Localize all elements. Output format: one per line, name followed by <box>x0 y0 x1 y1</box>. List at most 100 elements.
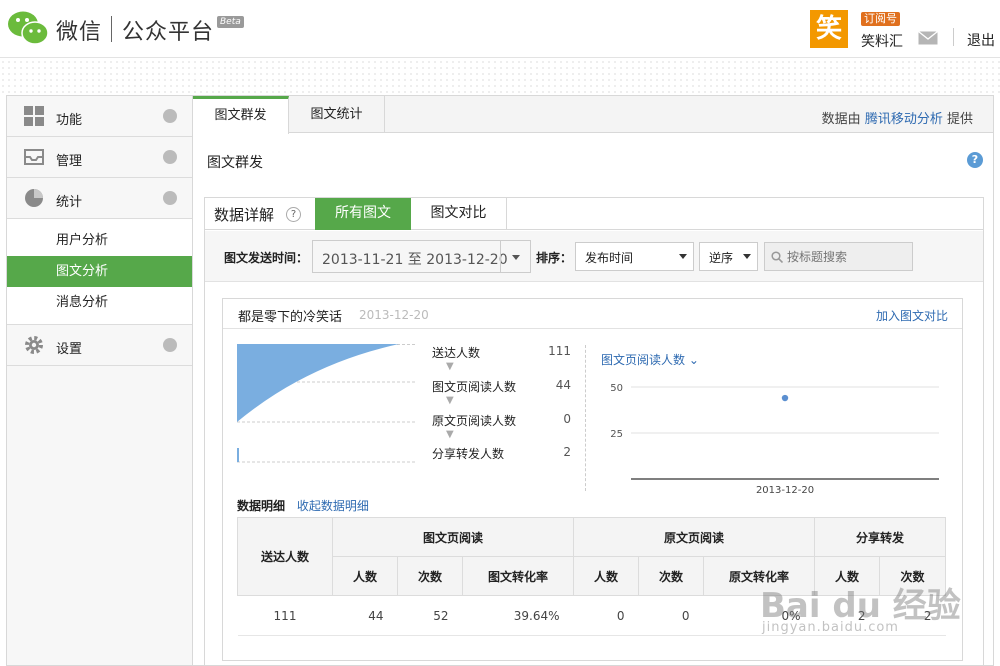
pie-chart-icon <box>25 189 43 207</box>
article-title: 都是零下的冷笑话 <box>238 310 343 325</box>
add-to-compare-link[interactable]: 加入图文对比 <box>876 307 948 324</box>
main-tabbar: 图文群发 图文统计 数据由 腾讯移动分析 提供 <box>193 96 993 134</box>
trend-chart: 25 50 2013-12-20 <box>610 383 939 496</box>
table-cell: 0 <box>638 595 704 636</box>
question-icon[interactable]: ? <box>286 207 301 222</box>
tab-article-compare[interactable]: 图文对比 <box>411 198 507 230</box>
collapse-detail-link[interactable]: 收起数据明细 <box>297 499 369 513</box>
section-divider <box>585 345 586 491</box>
chevron-down-icon <box>512 255 520 260</box>
table-cell: 111 <box>237 595 333 636</box>
sort-label: 排序： <box>536 251 573 265</box>
detail-header: 数据明细 收起数据明细 <box>237 497 369 514</box>
brand-name: 微信 <box>56 20 103 45</box>
chevron-up-icon[interactable] <box>163 191 177 205</box>
sidebar-item-user-analysis[interactable]: 用户分析 <box>7 225 192 256</box>
logout-link[interactable]: 退出 <box>967 30 995 50</box>
chevron-down-icon <box>679 254 687 259</box>
account-type-badge: 订阅号 <box>861 12 900 26</box>
card-header: 都是零下的冷笑话 2013-12-20 加入图文对比 <box>223 299 962 329</box>
tab-all-articles[interactable]: 所有图文 <box>315 198 411 230</box>
chevron-down-icon: ⌄ <box>688 353 699 367</box>
funnel-bar-share <box>237 448 239 462</box>
funnel-label: 分享转发人数 <box>432 447 505 461</box>
avatar[interactable]: 笑 <box>810 10 848 48</box>
arrow-down-icon: ▼ <box>446 361 454 372</box>
col-header: 人数 <box>332 556 398 596</box>
table-cell: 39.64% <box>462 595 574 636</box>
provider-link[interactable]: 腾讯移动分析 <box>865 112 943 127</box>
col-header: 人数 <box>573 556 639 596</box>
y-tick-label: 50 <box>610 383 623 394</box>
panel-title: 数据详解 <box>214 206 275 224</box>
sidebar-item-label: 管理 <box>56 154 83 169</box>
x-tick-label: 2013-12-20 <box>756 485 814 496</box>
gear-icon <box>25 336 43 354</box>
watermark-url: jingyan.baidu.com <box>762 620 899 635</box>
provider-prefix: 数据由 <box>821 112 861 127</box>
chevron-down-icon <box>743 254 751 259</box>
sidebar-item-stats[interactable]: 统计 <box>7 178 192 219</box>
funnel-label: 图文页阅读人数 <box>432 380 517 394</box>
order-select[interactable]: 逆序 <box>699 242 758 271</box>
sidebar-item-manage[interactable]: 管理 <box>7 137 192 178</box>
date-range-picker[interactable]: 2013-11-21 至 2013-12-20 <box>312 240 531 273</box>
decorative-stripe <box>0 59 1000 95</box>
brand-subtitle: 公众平台 <box>122 20 215 45</box>
funnel-value: 44 <box>555 378 571 392</box>
baidu-watermark: Bai du 经验 jingyan.baidu.com <box>760 578 992 658</box>
help-icon[interactable]: ? <box>967 152 983 168</box>
send-time-label: 图文发送时间： <box>224 251 309 265</box>
sort-by-select[interactable]: 发布时间 <box>575 242 694 271</box>
table-cell: 0 <box>573 595 639 636</box>
chart-metric-selector[interactable]: 图文页阅读人数 ⌄ <box>601 351 699 368</box>
tab-article-stats[interactable]: 图文统计 <box>289 96 385 133</box>
table-cell: 44 <box>332 595 398 636</box>
inbox-icon <box>24 149 44 165</box>
page-title: 图文群发 <box>207 155 263 171</box>
search-icon <box>771 251 783 263</box>
y-tick-label: 25 <box>610 429 623 440</box>
sidebar-item-label: 功能 <box>56 113 83 128</box>
chevron-down-icon[interactable] <box>163 150 177 164</box>
chart-metric-label: 图文页阅读人数 <box>601 353 686 367</box>
sort-by-value: 发布时间 <box>585 251 634 265</box>
col-group-original-read: 原文页阅读 <box>573 517 815 557</box>
beta-badge: Beta <box>217 16 244 28</box>
chevron-down-icon[interactable] <box>163 338 177 352</box>
data-provider: 数据由 腾讯移动分析 提供 <box>822 108 973 127</box>
grid-icon <box>24 106 44 126</box>
funnel-value: 0 <box>563 412 571 426</box>
sidebar-item-message-analysis[interactable]: 消息分析 <box>7 287 192 318</box>
col-header: 图文转化率 <box>462 556 574 596</box>
filter-bar: 图文发送时间： 2013-11-21 至 2013-12-20 排序： 发布时间… <box>205 231 983 282</box>
table-cell: 52 <box>397 595 463 636</box>
mail-icon[interactable] <box>918 31 938 45</box>
wechat-logo-icon[interactable] <box>6 8 50 48</box>
date-range-value: 2013-11-21 至 2013-12-20 <box>322 252 508 268</box>
arrow-down-icon: ▼ <box>446 395 454 406</box>
funnel-label: 送达人数 <box>432 346 481 360</box>
article-date: 2013-12-20 <box>359 308 429 322</box>
funnel-chart <box>237 344 417 463</box>
top-header: 微信 公众平台 Beta 笑 订阅号 笑料汇 退出 <box>0 0 1000 58</box>
date-dropdown-button[interactable] <box>500 241 530 272</box>
col-group-article-read: 图文页阅读 <box>332 517 574 557</box>
sidebar-item-settings[interactable]: 设置 <box>7 325 192 366</box>
brand-divider <box>111 16 112 42</box>
sidebar-item-features[interactable]: 功能 <box>7 96 192 137</box>
tab-mass-send[interactable]: 图文群发 <box>193 96 289 134</box>
sidebar-item-article-analysis[interactable]: 图文分析 <box>7 256 192 287</box>
sidebar: 功能 管理 统计 用户分析 图文分析 消息分析 设置 <box>6 95 193 666</box>
data-point <box>781 394 789 402</box>
header-divider <box>953 28 954 46</box>
chevron-down-icon[interactable] <box>163 109 177 123</box>
account-name[interactable]: 笑料汇 <box>861 31 903 51</box>
stats-submenu: 用户分析 图文分析 消息分析 <box>7 219 192 325</box>
sidebar-item-label: 统计 <box>56 195 83 210</box>
search-input[interactable] <box>787 248 909 266</box>
col-group-share: 分享转发 <box>814 517 946 557</box>
provider-suffix: 提供 <box>946 112 973 127</box>
title-search-box[interactable] <box>764 242 913 271</box>
funnel-label: 原文页阅读人数 <box>432 414 517 428</box>
